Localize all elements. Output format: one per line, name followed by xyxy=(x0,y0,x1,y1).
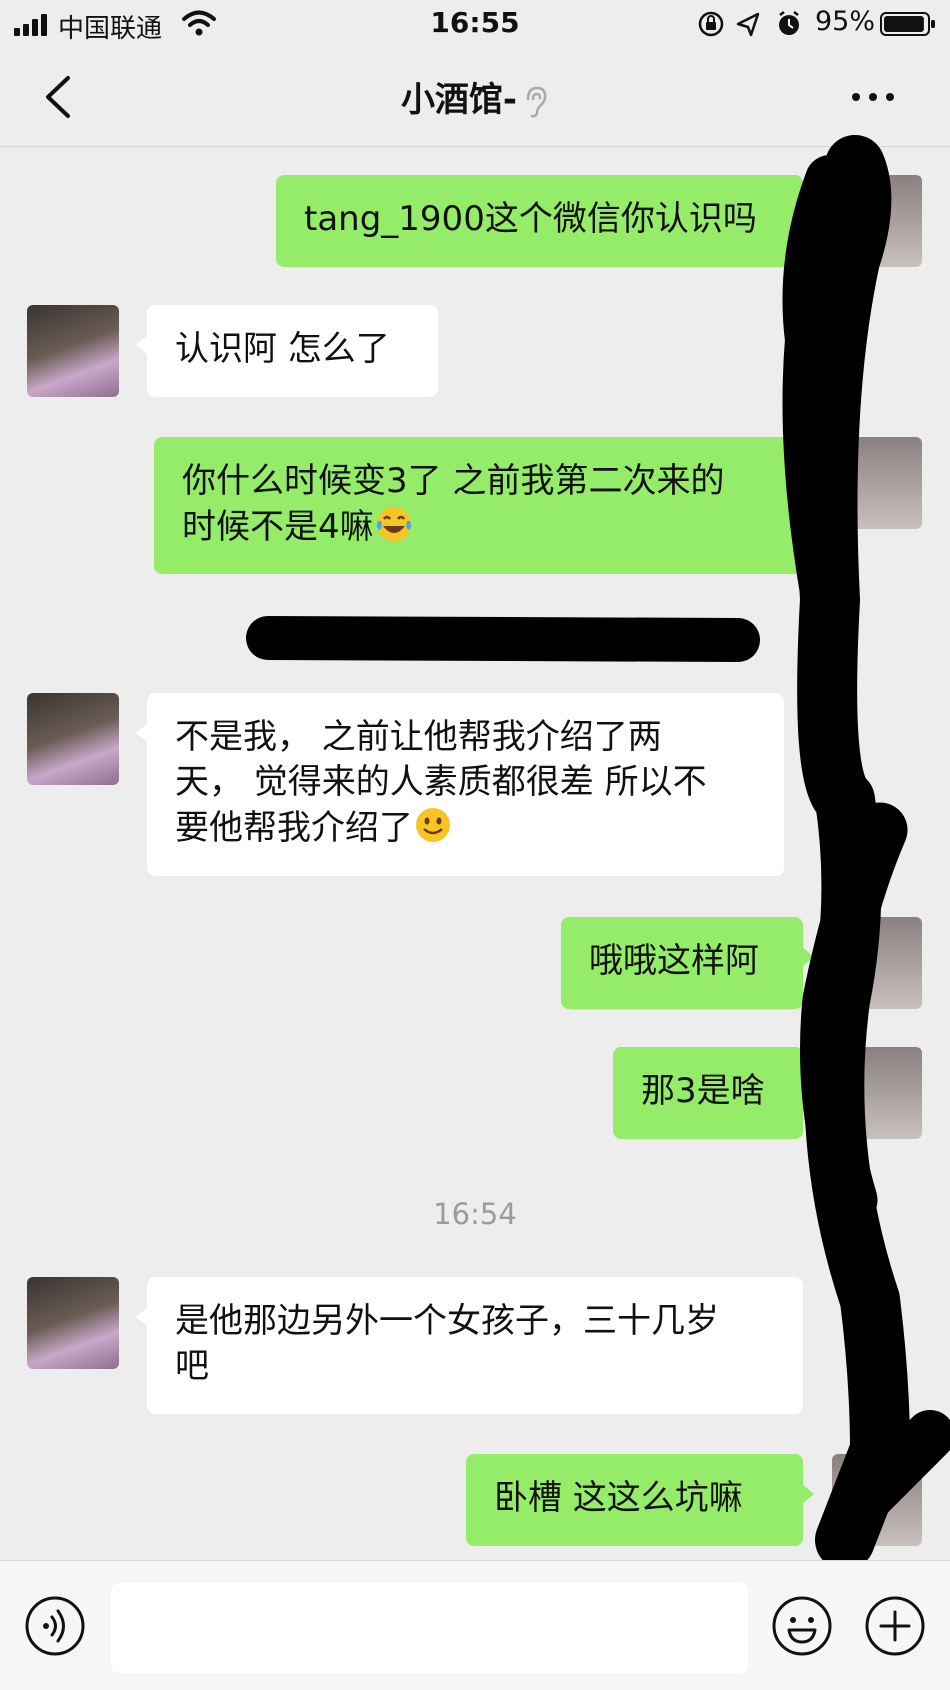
message-bubble[interactable]: 你什么时候变3了 之前我第二次来的 时候不是4嘛 xyxy=(154,437,814,574)
avatar[interactable] xyxy=(27,693,119,785)
ellipsis-icon[interactable] xyxy=(848,82,898,112)
message-timestamp: 16:54 xyxy=(433,1197,517,1231)
input-bar xyxy=(0,1560,950,1690)
tears-of-joy-emoji-icon xyxy=(376,507,411,541)
avatar[interactable] xyxy=(27,305,119,397)
message-bubble[interactable]: 是他那边另外一个女孩子，三十几岁 吧 xyxy=(136,1277,803,1414)
message-text: 哦哦这样阿 xyxy=(589,941,759,981)
message-row: 不是我， 之前让他帮我介绍了两 天， 觉得来的人素质都很差 所以不 要他帮我介绍… xyxy=(0,693,950,876)
nav-bar: 小酒馆- xyxy=(0,48,950,147)
avatar[interactable] xyxy=(832,1047,922,1139)
ear-icon xyxy=(526,86,547,117)
message-list[interactable]: tang_1900这个微信你认识吗 认识阿 怎么了 你什么时候变3了 之前我第二… xyxy=(0,147,950,1560)
plus-icon[interactable] xyxy=(864,1595,926,1657)
status-icons xyxy=(698,11,799,37)
alarm-icon xyxy=(779,11,799,35)
emoji-icon[interactable] xyxy=(771,1595,833,1657)
message-text: 认识阿 怎么了 xyxy=(175,329,390,369)
message-text: 那3是啥 xyxy=(641,1071,765,1111)
smile-emoji-icon xyxy=(416,808,450,842)
avatar[interactable] xyxy=(27,1277,119,1369)
message-bubble[interactable]: 卧槽 这这么坑嘛 xyxy=(466,1454,814,1546)
status-time: 16:55 xyxy=(430,6,520,39)
message-row: 卧槽 这这么坑嘛 xyxy=(0,1454,950,1546)
battery-icon xyxy=(880,12,935,36)
message-row: 哦哦这样阿 xyxy=(0,917,950,1009)
message-row: 你什么时候变3了 之前我第二次来的 时候不是4嘛 xyxy=(0,437,950,574)
voice-icon[interactable] xyxy=(24,1595,86,1657)
chat-title-wrap: 小酒馆- xyxy=(0,72,950,121)
message-row: tang_1900这个微信你认识吗 xyxy=(0,175,950,267)
message-row: 是他那边另外一个女孩子，三十几岁 吧 xyxy=(0,1277,950,1414)
status-bar: 中国联通 16:55 95% xyxy=(0,0,950,48)
avatar[interactable] xyxy=(832,917,922,1009)
location-icon xyxy=(736,12,760,37)
message-row: 那3是啥 xyxy=(0,1047,950,1139)
message-text: 是他那边另外一个女孩子，三十几岁 吧 xyxy=(175,1301,719,1386)
message-bubble[interactable]: 认识阿 怎么了 xyxy=(136,305,438,397)
chat-title: 小酒馆- xyxy=(400,80,518,120)
message-row: 认识阿 怎么了 xyxy=(0,305,950,397)
message-bubble[interactable]: 哦哦这样阿 xyxy=(561,917,814,1009)
message-text: 卧槽 这这么坑嘛 xyxy=(494,1478,743,1518)
message-bubble[interactable]: 不是我， 之前让他帮我介绍了两 天， 觉得来的人素质都很差 所以不 要他帮我介绍… xyxy=(136,693,784,876)
avatar[interactable] xyxy=(832,1454,922,1546)
message-input[interactable] xyxy=(111,1583,748,1673)
battery-percent: 95% xyxy=(815,6,876,37)
message-text: tang_1900这个微信你认识吗 xyxy=(304,199,757,239)
message-bubble[interactable]: 那3是啥 xyxy=(613,1047,814,1139)
avatar[interactable] xyxy=(832,175,922,267)
message-text: 你什么时候变3了 之前我第二次来的 时候不是4嘛 xyxy=(182,461,725,547)
avatar[interactable] xyxy=(832,437,922,529)
orientation-lock-icon xyxy=(698,11,724,37)
message-bubble[interactable]: tang_1900这个微信你认识吗 xyxy=(276,175,814,267)
